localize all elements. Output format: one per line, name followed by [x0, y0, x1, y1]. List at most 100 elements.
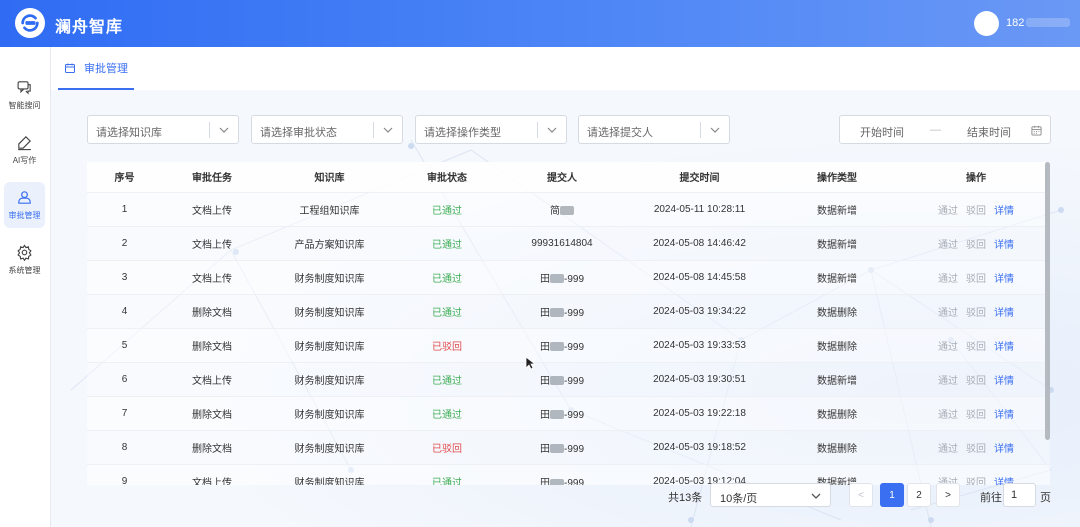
approval-status: 已驳回 — [397, 327, 497, 362]
submit-time: 2024-05-08 14:45:58 — [627, 259, 772, 294]
operation-type-text: 数据删除 — [817, 307, 857, 319]
detail-link[interactable]: 详情 — [994, 444, 1014, 455]
prev-page-button[interactable]: < — [849, 483, 873, 507]
knowledge-base-text: 财务制度知识库 — [294, 409, 365, 421]
start-time-input[interactable]: 开始时间 — [860, 124, 904, 140]
approve-button[interactable]: 通过 — [938, 444, 958, 455]
reject-button[interactable]: 驳回 — [966, 206, 986, 217]
approve-button[interactable]: 通过 — [938, 308, 958, 319]
goto-page-input[interactable] — [1003, 483, 1036, 507]
column-header: 审批状态 — [397, 162, 497, 192]
page-size-select[interactable]: 10条/页 — [710, 483, 831, 507]
approval-status-text: 已通过 — [432, 307, 462, 319]
table-scrollbar[interactable] — [1045, 162, 1050, 440]
table-header: 序号 审批任务 知识库 审批状态 提交人 提交时间 操作类型 操作 — [87, 162, 1050, 192]
approval-status-text: 已驳回 — [432, 341, 462, 353]
approval-table: 序号 审批任务 知识库 审批状态 提交人 提交时间 操作类型 操作 1 文档上传 工… — [87, 162, 1050, 485]
knowledge-base: 财务制度知识库 — [262, 293, 397, 328]
knowledge-base: 财务制度知识库 — [262, 361, 397, 396]
approval-task-text: 文档上传 — [192, 375, 232, 387]
approval-status: 已通过 — [397, 259, 497, 294]
detail-link[interactable]: 详情 — [994, 240, 1014, 251]
reject-button[interactable]: 驳回 — [966, 410, 986, 421]
sidebar-item-system[interactable]: 系统管理 — [4, 237, 45, 283]
approve-button[interactable]: 通过 — [938, 410, 958, 421]
submitter-suffix: -999 — [563, 409, 584, 421]
row-actions: 通过 驳回 详情 — [902, 225, 1050, 260]
sidebar-item-smart-search[interactable]: 智能搜问 — [4, 72, 45, 118]
divider — [209, 122, 210, 138]
approve-button[interactable]: 通过 — [938, 240, 958, 251]
submitter-name: 田 — [539, 307, 550, 319]
operation-type: 数据删除 — [772, 395, 902, 430]
approve-button[interactable]: 通过 — [938, 342, 958, 353]
sidebar-item-approval[interactable]: 审批管理 — [4, 182, 45, 228]
row-index: 9 — [87, 463, 162, 485]
chevron-down-icon — [547, 127, 557, 133]
submitter-name: 99931614804 — [531, 237, 593, 249]
row-index-text: 8 — [121, 441, 128, 453]
operation-type-select[interactable]: 请选择操作类型 — [415, 115, 567, 144]
table-row: 6 文档上传 财务制度知识库 已通过 田 -999 2024-05-03 19:30:51 数… — [87, 361, 1050, 396]
submitter-name: 简 — [550, 205, 560, 217]
submitter: 田 -999 — [497, 361, 627, 396]
approval-task: 文档上传 — [162, 259, 262, 294]
knowledge-base-select[interactable]: 请选择知识库 — [87, 115, 239, 144]
knowledge-base-text: 财务制度知识库 — [294, 375, 365, 387]
reject-button[interactable]: 驳回 — [966, 308, 986, 319]
row-index: 2 — [87, 225, 162, 260]
approval-task-text: 文档上传 — [192, 477, 232, 485]
top-bar: 澜舟智库 182 — [0, 0, 1080, 47]
reject-button[interactable]: 驳回 — [966, 342, 986, 353]
approve-button[interactable]: 通过 — [938, 206, 958, 217]
row-index-text: 9 — [121, 475, 128, 485]
submit-time: 2024-05-08 14:46:42 — [627, 225, 772, 260]
row-actions: 通过 驳回 详情 — [902, 293, 1050, 328]
column-header: 提交时间 — [627, 162, 772, 192]
reject-button[interactable]: 驳回 — [966, 444, 986, 455]
row-index: 6 — [87, 361, 162, 396]
page-2-button[interactable]: 2 — [907, 483, 931, 507]
detail-link[interactable]: 详情 — [994, 410, 1014, 421]
submitter-name: 田 — [539, 443, 550, 455]
row-actions: 通过 驳回 详情 — [902, 327, 1050, 362]
reject-button[interactable]: 驳回 — [966, 478, 986, 485]
date-range-picker[interactable]: 开始时间 — 结束时间 — [839, 115, 1051, 144]
redacted-mask — [560, 206, 574, 216]
redacted-mask — [549, 342, 564, 352]
tab-bar: 审批管理 — [51, 47, 1080, 90]
pagination-total: 共13条 — [668, 492, 703, 504]
reject-button[interactable]: 驳回 — [966, 274, 986, 285]
approval-status-select[interactable]: 请选择审批状态 — [251, 115, 403, 144]
end-time-input[interactable]: 结束时间 — [967, 124, 1011, 140]
detail-link[interactable]: 详情 — [994, 274, 1014, 285]
reject-button[interactable]: 驳回 — [966, 376, 986, 387]
approve-button[interactable]: 通过 — [938, 376, 958, 387]
operation-type-text: 数据新增 — [817, 239, 857, 251]
approval-status: 已通过 — [397, 463, 497, 485]
detail-link[interactable]: 详情 — [994, 308, 1014, 319]
row-index-text: 5 — [121, 339, 128, 351]
sidebar-item-ai-writing[interactable]: AI写作 — [4, 127, 45, 173]
avatar[interactable] — [974, 11, 999, 36]
detail-link[interactable]: 详情 — [994, 342, 1014, 353]
sidebar-item-label: 审批管理 — [8, 211, 41, 220]
redacted-mask — [549, 444, 564, 454]
calendar-icon — [65, 63, 75, 73]
detail-link[interactable]: 详情 — [994, 376, 1014, 387]
user-name[interactable]: 182 — [1006, 17, 1024, 29]
tab-approval[interactable]: 审批管理 — [58, 47, 134, 90]
operation-type: 数据新增 — [772, 225, 902, 260]
reject-button[interactable]: 驳回 — [966, 240, 986, 251]
approve-button[interactable]: 通过 — [938, 274, 958, 285]
table-row: 1 文档上传 工程组知识库 已通过 简 2024-05-11 10:28:11 数据新增 通过… — [87, 191, 1050, 226]
redacted-mask — [549, 478, 564, 485]
next-page-button[interactable]: > — [936, 483, 960, 507]
redacted-mask — [549, 274, 564, 284]
submit-time: 2024-05-03 19:12:04 — [627, 463, 772, 485]
approval-status-text: 已通过 — [432, 375, 462, 387]
redacted-mask — [549, 308, 564, 318]
detail-link[interactable]: 详情 — [994, 206, 1014, 217]
submitter-select[interactable]: 请选择提交人 — [578, 115, 730, 144]
page-1-button[interactable]: 1 — [880, 483, 904, 507]
